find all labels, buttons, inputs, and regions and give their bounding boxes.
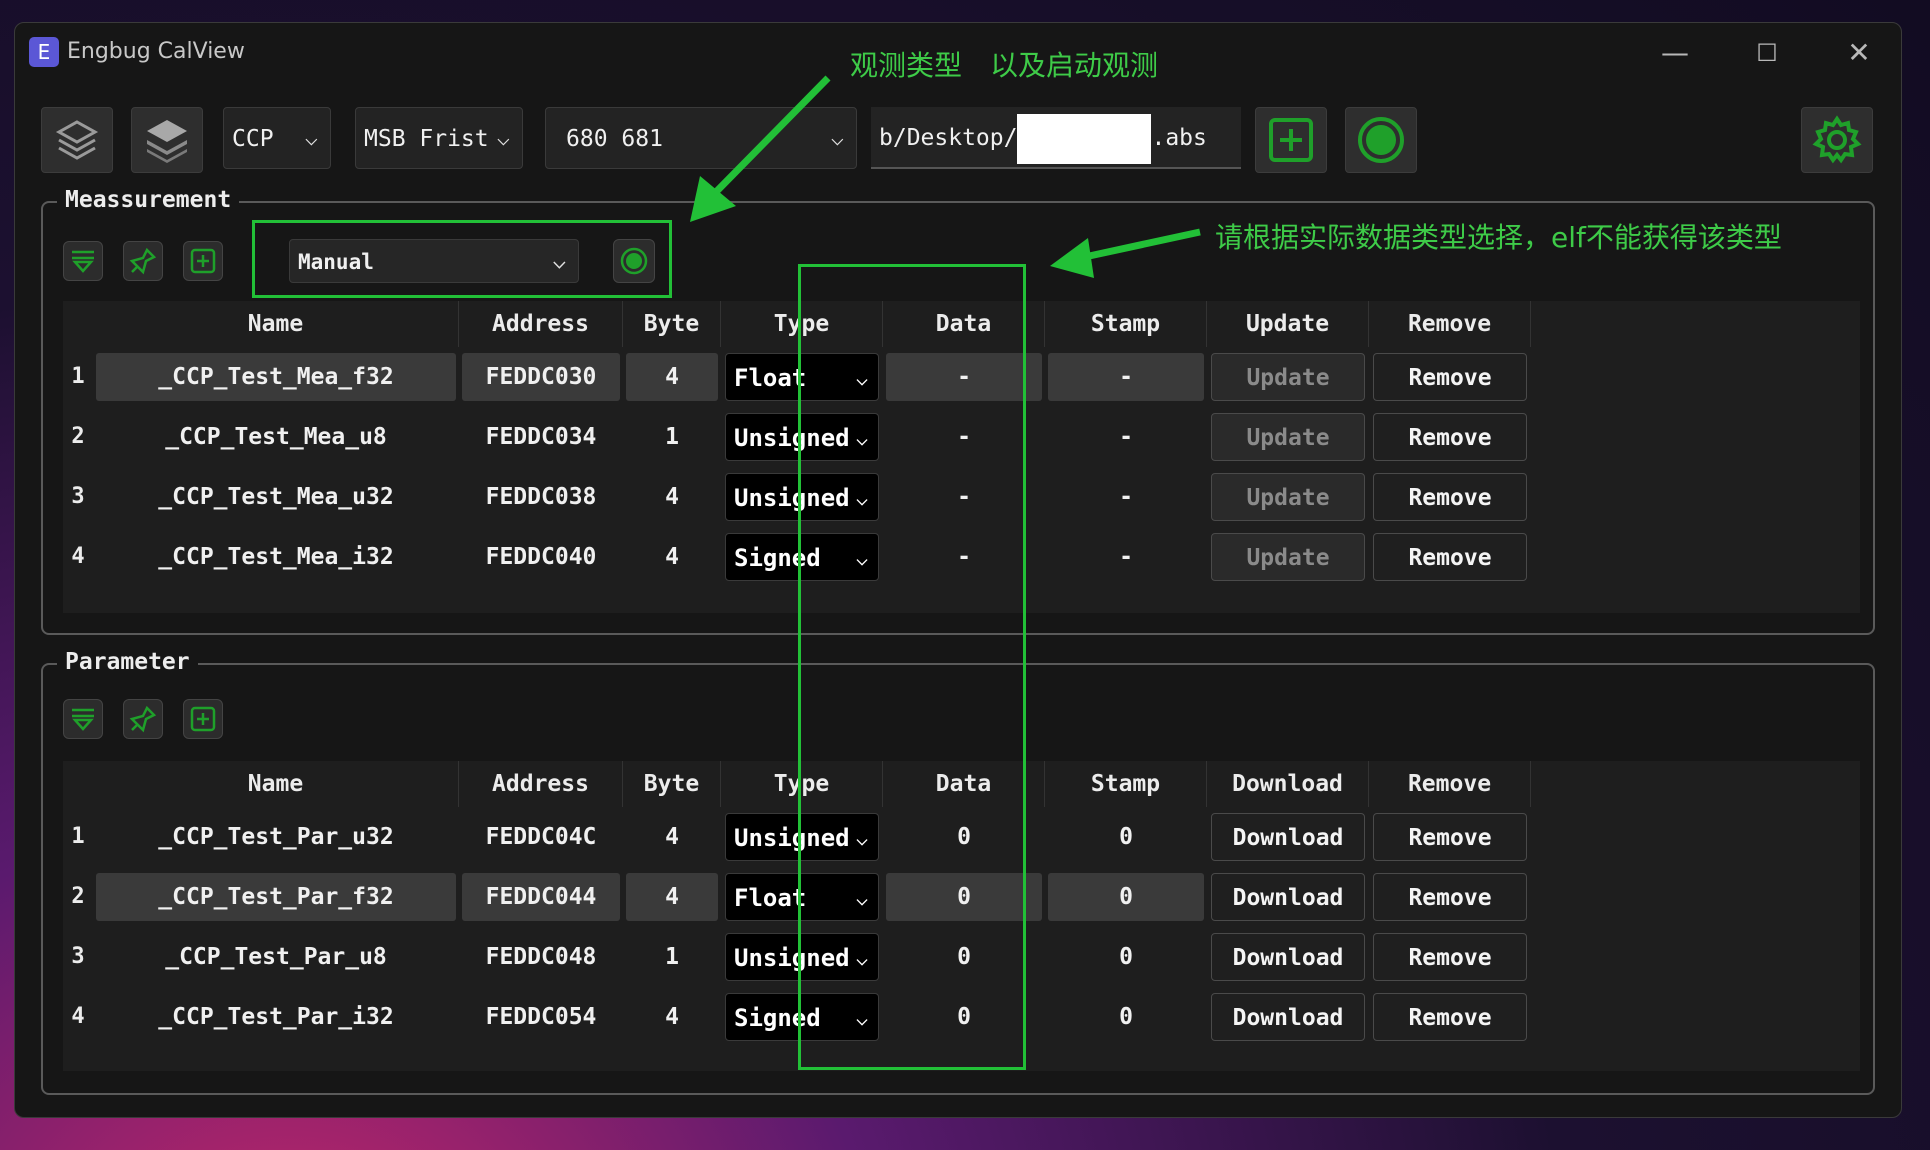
- annotation-arrows: [690, 75, 1201, 278]
- arrow-head-icon: [1050, 238, 1094, 278]
- arrow-to-mode: [709, 75, 831, 199]
- arrow-to-type: [1079, 228, 1201, 262]
